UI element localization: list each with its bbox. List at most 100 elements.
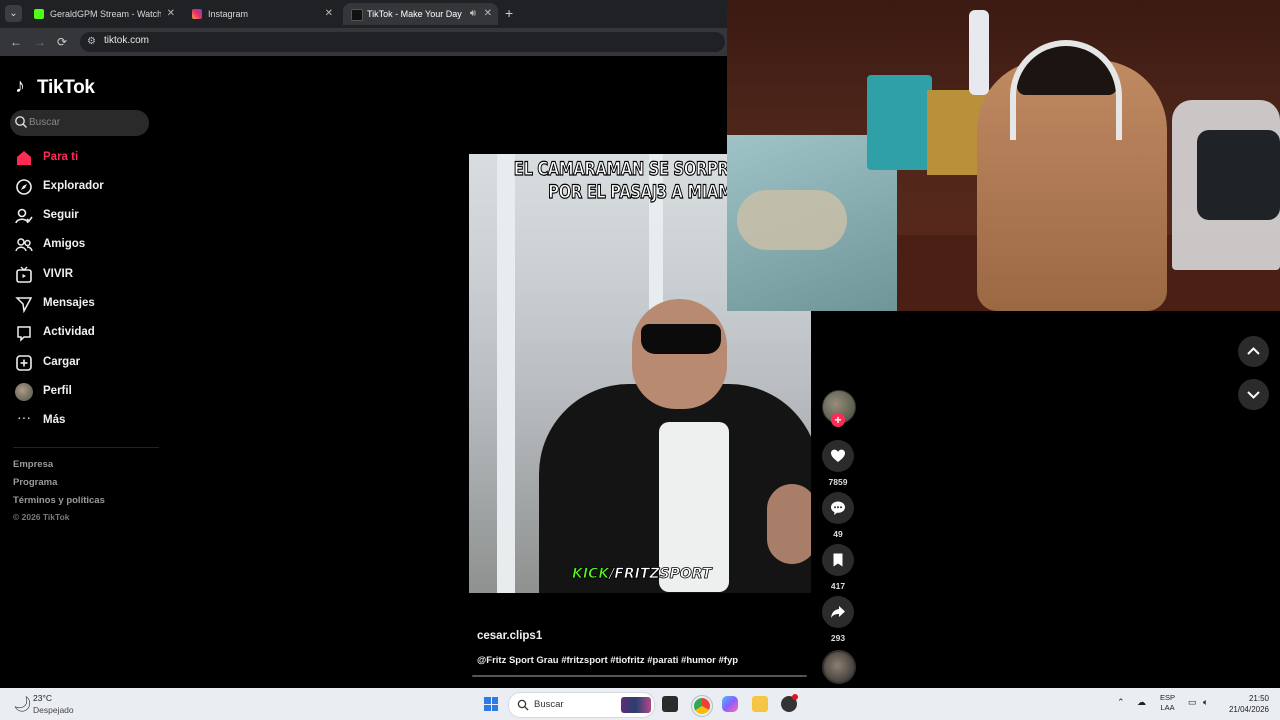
system-clock[interactable]: 21:50 21/04/2026 (1225, 693, 1269, 715)
music-disc[interactable] (822, 650, 856, 684)
nav-label: Para ti (43, 151, 79, 163)
search-placeholder: Buscar (29, 117, 61, 128)
heart-icon (831, 449, 845, 462)
notification-badge (792, 694, 798, 700)
weather-temperature[interactable]: 23°C (33, 693, 52, 703)
taskbar-search-label: Buscar (534, 699, 564, 710)
nav-activity[interactable]: Actividad (13, 322, 153, 344)
moon-weather-icon[interactable]: 🌙︎ (13, 695, 32, 713)
taskbar-search[interactable]: Buscar (508, 692, 655, 718)
nav-upload[interactable]: Cargar (13, 352, 153, 374)
nav-label: Cargar (43, 356, 81, 368)
share-icon (831, 606, 845, 618)
tab-instagram[interactable]: Instagram ✕ (184, 3, 339, 25)
chrome-icon[interactable] (691, 695, 713, 717)
language-indicator[interactable]: ESP LAA (1160, 693, 1175, 713)
following-icon (15, 208, 33, 224)
chevron-down-icon (1247, 391, 1260, 399)
share-count: 293 (830, 633, 846, 643)
footer-link-program[interactable]: Programa (13, 477, 57, 488)
task-view-icon[interactable] (662, 696, 678, 712)
onedrive-cloud-icon[interactable]: ☁︎ (1137, 697, 1146, 708)
sidebar-divider (13, 447, 159, 448)
nav-more[interactable]: ··· Más (13, 410, 153, 432)
url-text: tiktok.com (104, 35, 150, 46)
video-description[interactable]: @Fritz Sport Grau #fritzsport #tiofritz … (477, 655, 738, 666)
video-person (767, 484, 811, 564)
next-video-button[interactable] (1238, 379, 1269, 410)
webcam-bin (867, 75, 932, 170)
kick-watermark: KICK/FRITZSPORT (572, 566, 712, 583)
video-author[interactable]: cesar.clips1 (477, 630, 542, 642)
nav-label: VIVIR (43, 268, 74, 280)
chevron-up-icon[interactable]: ⌃ (1117, 697, 1125, 708)
more-icon: ··· (17, 409, 31, 425)
upload-icon (16, 355, 32, 371)
weather-condition[interactable]: Despejado (33, 705, 74, 715)
footer-link-company[interactable]: Empresa (13, 459, 53, 470)
nav-live[interactable]: VIVIR (13, 264, 153, 286)
nav-label: Amigos (43, 238, 86, 250)
clock-time: 21:50 (1248, 694, 1269, 703)
search-input[interactable]: Buscar (10, 110, 149, 136)
nav-messages[interactable]: Mensajes (13, 293, 153, 315)
language-line-2: LAA (1160, 703, 1175, 712)
tab-title: GeraldGPM Stream - Watch Live (50, 9, 161, 19)
tab-kick[interactable]: GeraldGPM Stream - Watch Live ✕ (26, 3, 181, 25)
profile-avatar (15, 383, 33, 401)
save-button[interactable] (822, 544, 854, 576)
nav-following[interactable]: Seguir (13, 205, 153, 227)
comment-button[interactable] (822, 492, 854, 524)
tab-tiktok[interactable]: TikTok - Make Your Day 🔊︎ ✕ (343, 3, 498, 25)
close-tab-icon[interactable]: ✕ (484, 3, 492, 25)
tab-title: Instagram (208, 9, 249, 19)
instagram-favicon-icon (192, 9, 202, 19)
like-button[interactable] (822, 440, 854, 472)
reload-icon[interactable]: ⟳ (57, 34, 67, 50)
webcam-jacket (1197, 130, 1280, 220)
windows-start-icon[interactable] (484, 697, 498, 711)
forward-icon[interactable]: → (34, 34, 46, 50)
copilot-icon[interactable] (722, 696, 738, 712)
video-progress-bar[interactable] (472, 675, 807, 677)
save-count: 417 (830, 581, 846, 591)
friends-icon (15, 238, 33, 252)
video-person (632, 299, 727, 409)
share-button[interactable] (822, 596, 854, 628)
tab-search-button[interactable]: ⌄ (5, 5, 22, 22)
nav-for-you[interactable]: Para ti (13, 147, 153, 169)
windows-taskbar: 🌙︎ 23°C Despejado Buscar ⌃ ☁︎ ESP LAA ▭ … (0, 688, 1280, 720)
kick-favicon-icon (34, 9, 44, 19)
nav-profile[interactable]: Perfil (13, 381, 153, 403)
headphones-icon (1010, 40, 1122, 140)
live-icon (16, 266, 32, 283)
footer-link-terms[interactable]: Términos y políticas (13, 495, 105, 506)
bookmark-icon (833, 553, 843, 567)
back-icon[interactable]: ← (10, 34, 22, 50)
video-background (497, 154, 515, 593)
nav-friends[interactable]: Amigos (13, 234, 153, 256)
close-tab-icon[interactable]: ✕ (167, 3, 175, 25)
nav-label: Mensajes (43, 297, 95, 309)
follow-plus-icon[interactable]: + (831, 413, 845, 427)
home-icon (17, 151, 31, 165)
network-icon[interactable]: ▭ (1188, 697, 1197, 708)
address-bar[interactable]: ⚙ tiktok.com (80, 32, 725, 52)
webcam-tube (969, 10, 989, 95)
comment-icon (831, 501, 845, 515)
tiktok-note-icon: ♪ (15, 75, 25, 97)
file-explorer-icon[interactable] (752, 696, 768, 712)
watermark-green: KICK (572, 566, 610, 583)
activity-icon (17, 326, 31, 342)
webcam-overlay (727, 0, 1280, 311)
nav-explore[interactable]: Explorador (13, 176, 153, 198)
logo-text: TikTok (37, 77, 95, 98)
site-info-icon[interactable]: ⚙ (87, 36, 96, 47)
tiktok-favicon-icon (351, 9, 363, 21)
speaker-icon[interactable]: 🔊︎ (470, 3, 476, 25)
volume-icon[interactable]: 🔈︎ (1203, 697, 1208, 708)
close-tab-icon[interactable]: ✕ (325, 3, 333, 25)
new-tab-button[interactable]: + (505, 5, 513, 22)
previous-video-button[interactable] (1238, 336, 1269, 367)
search-icon (15, 116, 27, 128)
